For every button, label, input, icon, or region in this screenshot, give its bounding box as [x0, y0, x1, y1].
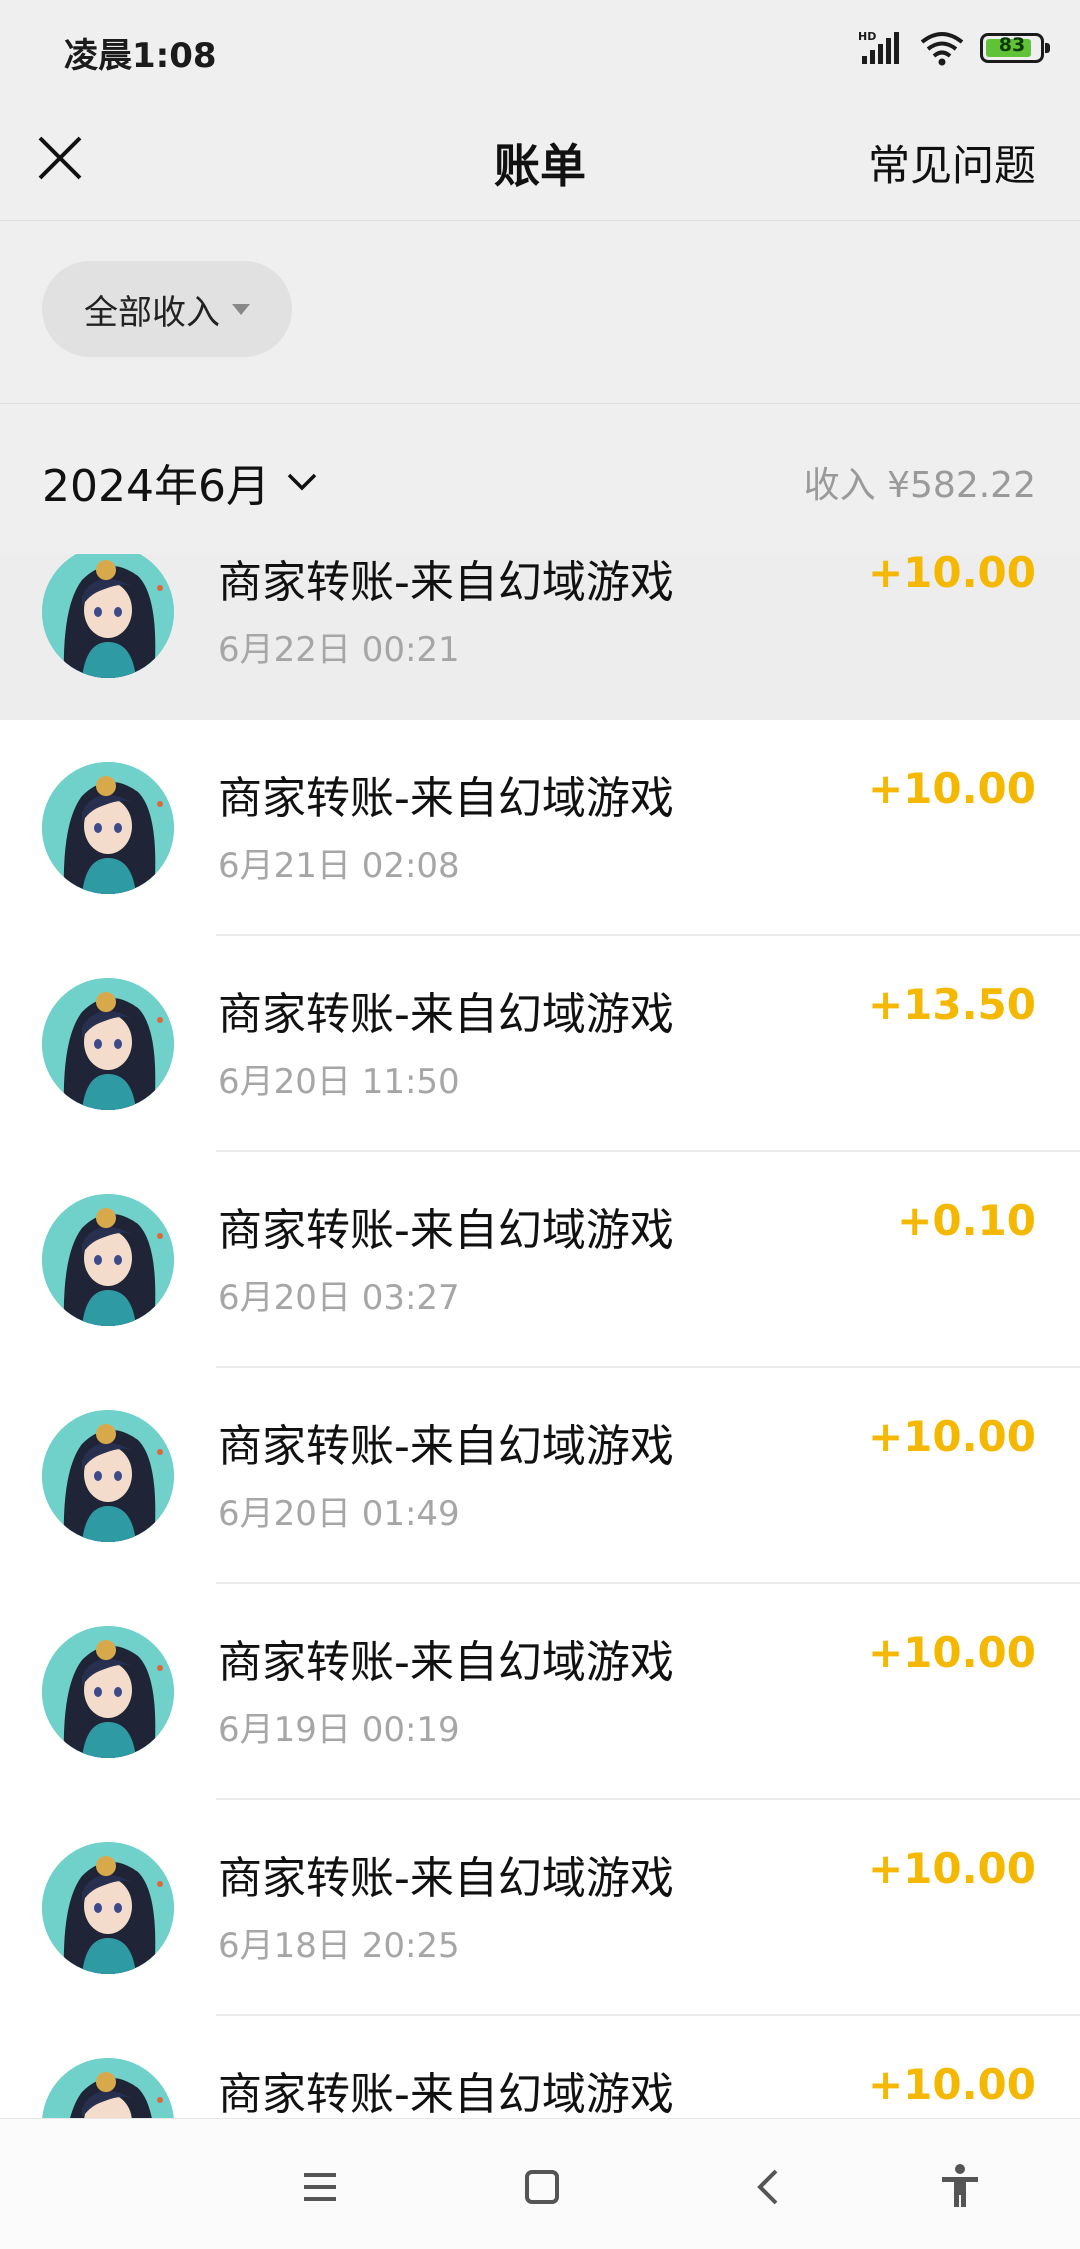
chevron-down-icon	[287, 473, 317, 491]
transaction-title: 商家转账-来自幻域游戏	[218, 1853, 674, 1904]
svg-text:HD: HD	[858, 30, 876, 43]
month-picker[interactable]: 2024年6月	[42, 450, 318, 514]
list-item[interactable]: 商家转账-来自幻域游戏 6月20日 03:27 +0.10	[0, 1152, 1080, 1368]
list-item[interactable]: 商家转账-来自幻域游戏 +10.00	[0, 2016, 1080, 2118]
filter-label: 全部收入	[84, 292, 220, 333]
transaction-date: 6月20日 11:50	[218, 1062, 460, 1102]
transaction-title: 商家转账-来自幻域游戏	[218, 1205, 674, 1256]
status-bar: 凌晨1:08 HD 83	[0, 0, 1080, 96]
transaction-amount: +13.50	[867, 980, 1036, 1029]
transaction-amount: +10.00	[867, 1412, 1036, 1461]
transaction-title: 商家转账-来自幻域游戏	[218, 1637, 674, 1688]
avatar	[42, 978, 174, 1110]
list-item[interactable]: 商家转账-来自幻域游戏 6月20日 01:49 +10.00	[0, 1368, 1080, 1584]
transaction-date: 6月19日 00:19	[218, 1710, 460, 1750]
month-header: 2024年6月 收入 ¥582.22	[0, 404, 1080, 554]
avatar	[42, 1842, 174, 1974]
transaction-date: 6月20日 01:49	[218, 1494, 460, 1534]
filter-dropdown[interactable]: 全部收入	[42, 261, 292, 357]
filter-area: 全部收入	[0, 221, 1080, 404]
list-item[interactable]: 商家转账-来自幻域游戏 6月22日 00:21 +10.00	[0, 554, 1080, 720]
month-income-summary: 收入 ¥582.22	[803, 465, 1036, 506]
transaction-title: 商家转账-来自幻域游戏	[218, 773, 674, 824]
faq-link[interactable]: 常见问题	[868, 132, 1036, 193]
menu-icon[interactable]	[290, 2157, 350, 2217]
transaction-date: 6月18日 20:25	[218, 1926, 460, 1966]
header: 账单 常见问题	[0, 96, 1080, 221]
status-time: 凌晨1:08	[64, 36, 217, 76]
avatar	[42, 2058, 174, 2118]
status-icons: HD 83	[858, 26, 1050, 70]
transaction-amount: +10.00	[867, 1844, 1036, 1893]
signal-icon: HD	[858, 30, 899, 64]
transaction-amount: +10.00	[867, 2060, 1036, 2109]
list-item[interactable]: 商家转账-来自幻域游戏 6月21日 02:08 +10.00	[0, 720, 1080, 936]
avatar	[42, 1410, 174, 1542]
transaction-amount: +10.00	[867, 554, 1036, 597]
battery-level: 83	[998, 34, 1026, 56]
transaction-title: 商家转账-来自幻域游戏	[218, 557, 674, 608]
wifi-icon	[920, 32, 964, 66]
month-label: 2024年6月	[42, 461, 270, 512]
transaction-title: 商家转账-来自幻域游戏	[218, 989, 674, 1040]
list-item[interactable]: 商家转账-来自幻域游戏 6月20日 11:50 +13.50	[0, 936, 1080, 1152]
transaction-title: 商家转账-来自幻域游戏	[218, 1421, 674, 1472]
caret-down-icon	[232, 303, 250, 315]
transaction-amount: +10.00	[867, 1628, 1036, 1677]
system-nav-bar	[0, 2118, 1080, 2249]
avatar	[42, 1626, 174, 1758]
avatar	[42, 1194, 174, 1326]
transaction-amount: +0.10	[897, 1196, 1036, 1245]
list-item[interactable]: 商家转账-来自幻域游戏 6月19日 00:19 +10.00	[0, 1584, 1080, 1800]
home-icon[interactable]	[512, 2157, 572, 2217]
transaction-date: 6月20日 03:27	[218, 1278, 460, 1318]
back-icon[interactable]	[740, 2157, 800, 2217]
transaction-title: 商家转账-来自幻域游戏	[218, 2069, 674, 2118]
transaction-date: 6月21日 02:08	[218, 846, 460, 886]
accessibility-icon[interactable]	[930, 2157, 990, 2217]
transaction-list: 商家转账-来自幻域游戏 6月22日 00:21 +10.00 商家转账-来自幻域…	[0, 554, 1080, 2118]
transaction-date: 6月22日 00:21	[218, 630, 460, 670]
battery-icon: 83	[980, 33, 1050, 63]
avatar	[42, 554, 174, 678]
avatar	[42, 762, 174, 894]
list-item[interactable]: 商家转账-来自幻域游戏 6月18日 20:25 +10.00	[0, 1800, 1080, 2016]
transaction-amount: +10.00	[867, 764, 1036, 813]
